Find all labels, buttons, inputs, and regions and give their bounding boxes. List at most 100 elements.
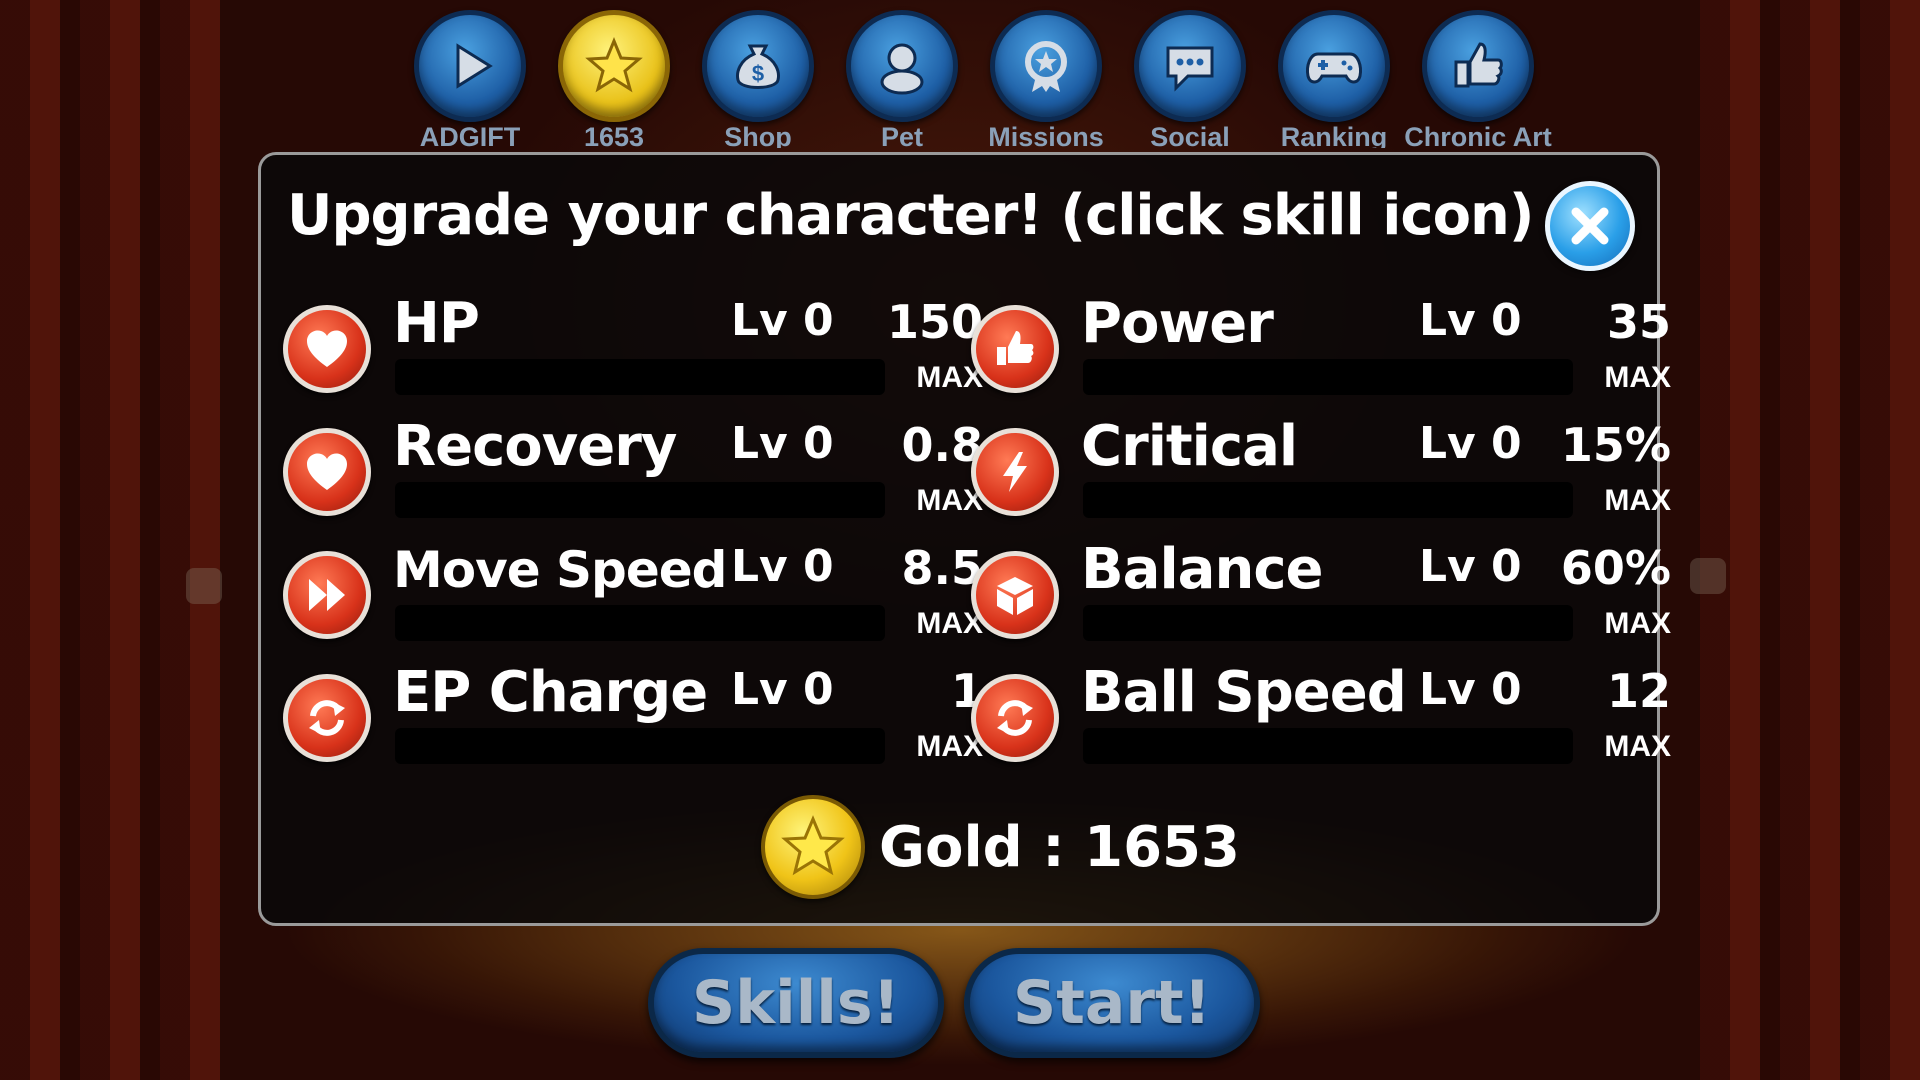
nav-ranking-label: Ranking <box>1280 122 1388 148</box>
skill-progress-bar <box>1083 482 1573 518</box>
skill-name: Balance <box>1081 537 1323 602</box>
nav-shop-label: Shop <box>724 122 792 148</box>
skill-progress-bar <box>1083 728 1573 764</box>
heart-icon <box>307 453 347 490</box>
skill-value: 150 <box>886 295 983 349</box>
nav-missions-button[interactable] <box>990 10 1102 122</box>
svg-text:$: $ <box>752 61 764 86</box>
skill-move-speed-button[interactable] <box>283 551 371 639</box>
dialog-title: Upgrade your character! (click skill ico… <box>287 183 1535 248</box>
nav-social[interactable]: Social <box>1118 10 1262 148</box>
nav-pet-label: Pet <box>880 122 924 148</box>
skill-move-speed: Move Speed Lv 0 8.5 MAX <box>283 541 983 659</box>
skill-hp-button[interactable] <box>283 305 371 393</box>
skill-ball-speed: Ball Speed Lv 0 12 MAX <box>971 660 1671 782</box>
skill-level: Lv 0 <box>731 541 834 592</box>
skill-name: Power <box>1081 291 1274 356</box>
skill-progress-bar <box>1083 605 1573 641</box>
pet-icon <box>880 43 924 95</box>
close-button[interactable] <box>1545 181 1635 271</box>
skill-level: Lv 0 <box>731 418 834 469</box>
fast-forward-icon <box>309 579 345 611</box>
nav-chronic-art-label: Chronic Art <box>1404 122 1552 148</box>
chat-icon <box>1166 46 1214 92</box>
nav-missions[interactable]: Missions <box>974 10 1118 148</box>
cube-icon <box>997 577 1033 615</box>
nav-shop[interactable]: $ Shop <box>686 10 830 148</box>
skill-recovery: Recovery Lv 0 0.8 MAX <box>283 414 983 536</box>
skill-level: Lv 0 <box>731 664 834 715</box>
nav-coins-label: 1653 <box>583 122 645 148</box>
skill-progress-bar <box>395 728 885 764</box>
nav-pet-button[interactable] <box>846 10 958 122</box>
curtain-right <box>1700 0 1920 1080</box>
heart-icon <box>307 330 347 367</box>
thumbs-up-icon <box>1454 42 1503 88</box>
skill-name: EP Charge <box>393 660 708 725</box>
nav-ranking[interactable]: Ranking <box>1262 10 1406 148</box>
skill-recovery-button[interactable] <box>283 428 371 516</box>
skill-level: Lv 0 <box>1419 541 1522 592</box>
decor-gem <box>1690 558 1726 594</box>
upgrade-dialog: Upgrade your character! (click skill ico… <box>258 152 1671 926</box>
skill-value: 12 <box>1606 664 1671 718</box>
lightning-icon <box>1003 452 1027 492</box>
skill-critical: Critical Lv 0 15% MAX <box>971 414 1671 536</box>
nav-pet[interactable]: Pet <box>830 10 974 148</box>
skill-level: Lv 0 <box>731 295 834 346</box>
curtain-left <box>0 0 220 1080</box>
skill-progress-bar <box>395 482 885 518</box>
skill-value: 15% <box>1560 418 1671 472</box>
skill-ball-speed-button[interactable] <box>971 674 1059 762</box>
thumbs-up-icon <box>997 331 1034 365</box>
star-icon <box>781 815 845 876</box>
skills-button-label: Skills! <box>692 968 900 1038</box>
skill-name: Move Speed <box>393 541 727 599</box>
money-bag-icon: $ <box>736 44 780 89</box>
gamepad-icon <box>1306 52 1362 84</box>
gold-display: Gold : 1653 <box>761 795 1240 899</box>
nav-ranking-button[interactable] <box>1278 10 1390 122</box>
skill-progress-bar <box>395 605 885 641</box>
skill-name: Ball Speed <box>1081 660 1407 725</box>
nav-chronic-art[interactable]: Chronic Art <box>1404 10 1552 148</box>
skill-max-label: MAX <box>1604 361 1671 394</box>
skill-value: 35 <box>1606 295 1671 349</box>
skill-balance: Balance Lv 0 60% MAX <box>971 537 1671 659</box>
skill-ep-charge: EP Charge Lv 0 1 MAX <box>283 660 983 782</box>
nav-coins[interactable]: 1653 <box>542 10 686 148</box>
nav-social-button[interactable] <box>1134 10 1246 122</box>
star-icon <box>585 37 643 93</box>
skill-progress-bar <box>395 359 885 395</box>
skill-power: Power Lv 0 35 MAX <box>971 291 1671 413</box>
nav-shop-button[interactable]: $ <box>702 10 814 122</box>
skill-name: HP <box>393 291 480 356</box>
medal-icon <box>1025 41 1067 92</box>
nav-adgift[interactable]: ADGIFT <box>398 10 542 148</box>
start-button[interactable]: Start! <box>964 948 1260 1058</box>
play-icon <box>456 43 493 89</box>
nav-chronic-art-button[interactable] <box>1422 10 1534 122</box>
skills-button[interactable]: Skills! <box>648 948 944 1058</box>
skill-level: Lv 0 <box>1419 295 1522 346</box>
start-button-label: Start! <box>1012 968 1212 1038</box>
skill-name: Critical <box>1081 414 1298 479</box>
nav-missions-label: Missions <box>988 122 1104 148</box>
skill-ep-charge-button[interactable] <box>283 674 371 762</box>
refresh-icon <box>309 700 345 736</box>
decor-gem <box>186 568 222 604</box>
refresh-icon <box>997 700 1033 736</box>
skill-progress-bar <box>1083 359 1573 395</box>
skill-max-label: MAX <box>1604 484 1671 517</box>
top-nav: ADGIFT 1653 $ Shop Pet Missions Social R… <box>398 10 1552 148</box>
skill-hp: HP Lv 0 150 MAX <box>283 291 983 413</box>
skill-balance-button[interactable] <box>971 551 1059 639</box>
skill-critical-button[interactable] <box>971 428 1059 516</box>
nav-adgift-button[interactable] <box>414 10 526 122</box>
nav-social-label: Social <box>1150 122 1230 148</box>
nav-coins-button[interactable] <box>558 10 670 122</box>
skill-level: Lv 0 <box>1419 418 1522 469</box>
gold-amount: Gold : 1653 <box>879 814 1240 880</box>
skill-power-button[interactable] <box>971 305 1059 393</box>
skill-value: 60% <box>1560 541 1671 595</box>
